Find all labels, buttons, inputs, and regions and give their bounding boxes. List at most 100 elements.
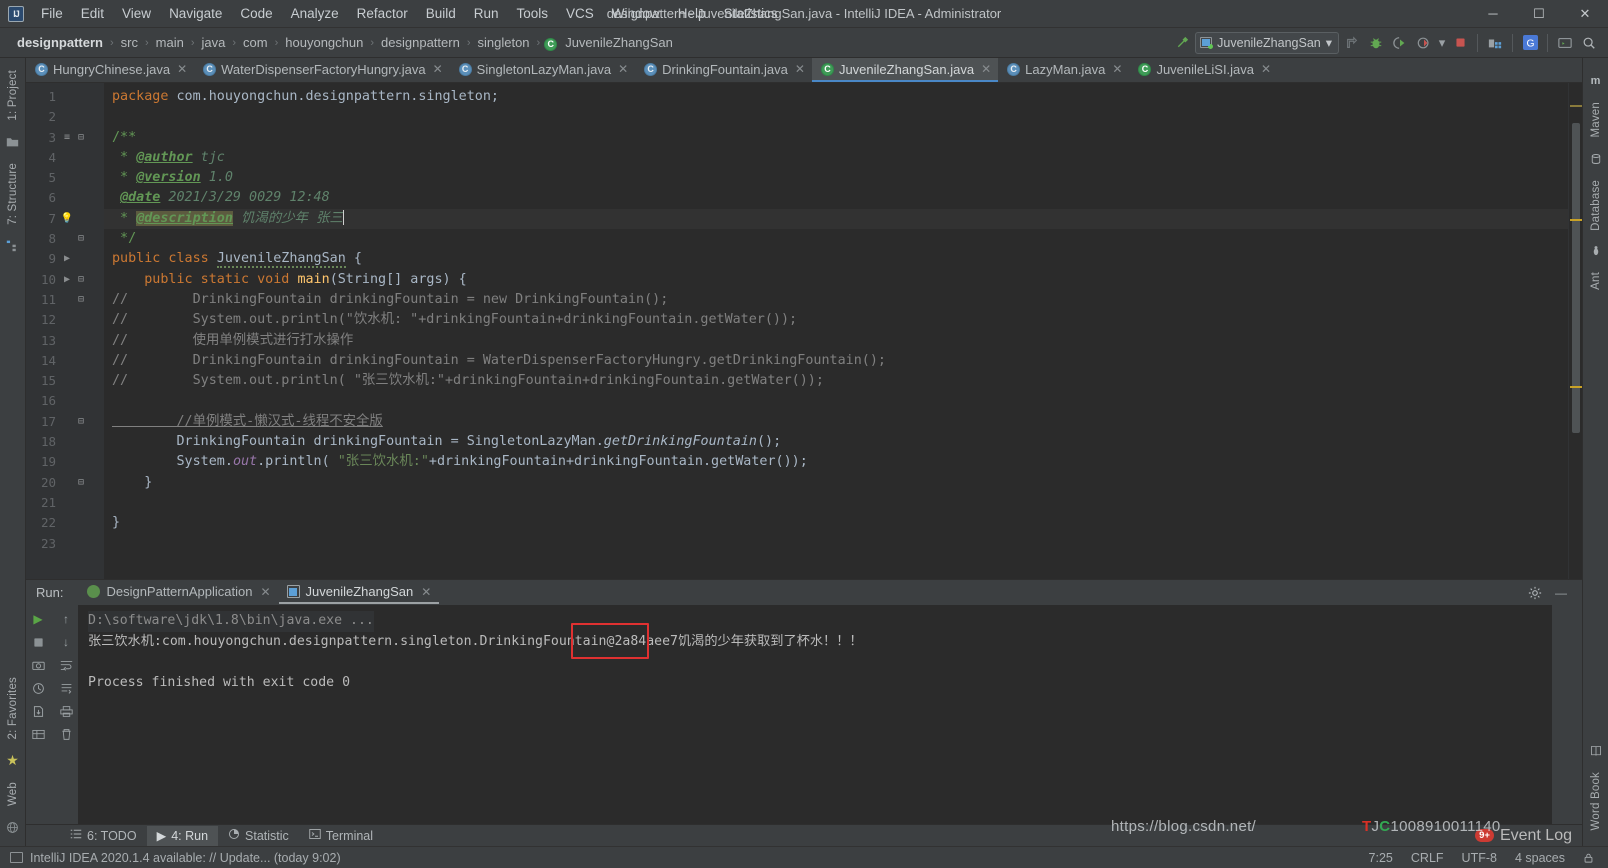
fold-icon[interactable]: ⊟ xyxy=(74,290,88,310)
build-hammer-icon[interactable] xyxy=(1171,32,1193,54)
chevron-down-icon[interactable]: ▾ xyxy=(1326,35,1332,50)
warning-marker[interactable] xyxy=(1570,219,1582,221)
event-log-area[interactable]: 9+ Event Log xyxy=(1475,827,1582,845)
editor-tab-juvenilezhangsan[interactable]: JuvenileZhangSan.java ✕ xyxy=(811,58,999,82)
stop-icon[interactable] xyxy=(27,631,49,653)
close-icon[interactable]: ✕ xyxy=(421,585,431,599)
breadcrumb-item-com[interactable]: com xyxy=(240,34,271,51)
close-icon[interactable]: ✕ xyxy=(981,62,991,76)
scroll-down-icon[interactable]: ↓ xyxy=(55,631,77,653)
console-output[interactable]: D:\software\jdk\1.8\bin\java.exe ... 张三饮… xyxy=(78,605,1538,824)
event-log-label[interactable]: Event Log xyxy=(1500,827,1572,845)
maven-icon[interactable]: m xyxy=(1587,72,1605,90)
sidebar-tab-word-book[interactable]: Word Book xyxy=(1588,766,1604,836)
breadcrumb-item-java[interactable]: java xyxy=(199,34,229,51)
editor-tab-drinkingfountain[interactable]: DrinkingFountain.java ✕ xyxy=(635,58,812,82)
fold-icon[interactable]: ⊟ xyxy=(74,229,88,249)
menu-run[interactable]: Run xyxy=(465,2,508,25)
trash-icon[interactable] xyxy=(55,723,77,745)
close-icon[interactable]: ✕ xyxy=(1112,62,1122,76)
status-message[interactable]: IntelliJ IDEA 2020.1.4 available: // Upd… xyxy=(30,851,341,865)
line-separator[interactable]: CRLF xyxy=(1411,851,1444,865)
rerun-icon[interactable] xyxy=(1341,32,1363,54)
menu-tools[interactable]: Tools xyxy=(508,2,558,25)
dump-threads-icon[interactable] xyxy=(27,677,49,699)
menu-statistics[interactable]: Statistics xyxy=(715,2,787,25)
close-icon[interactable]: ✕ xyxy=(618,62,628,76)
breadcrumb-item-designpattern[interactable]: designpattern xyxy=(378,34,463,51)
editor-tab-juvenilelisi[interactable]: JuvenileLiSI.java ✕ xyxy=(1129,58,1278,82)
rerun-icon[interactable]: ▶ xyxy=(27,608,49,630)
warning-marker[interactable] xyxy=(1570,105,1582,107)
project-structure-icon[interactable] xyxy=(1484,32,1506,54)
web-globe-icon[interactable] xyxy=(4,818,22,836)
maximize-button[interactable]: ☐ xyxy=(1516,0,1562,28)
editor-tab-hungrychinese[interactable]: HungryChinese.java ✕ xyxy=(26,58,194,82)
fold-icon[interactable]: ⊟ xyxy=(74,270,88,290)
editor-scrollbar[interactable] xyxy=(1568,83,1582,579)
close-icon[interactable]: ✕ xyxy=(1261,62,1271,76)
bottom-tab-run[interactable]: ▶ 4: Run xyxy=(146,825,219,846)
fold-icon[interactable]: ⊟ xyxy=(74,412,88,432)
menu-file[interactable]: File xyxy=(32,2,72,25)
menu-refactor[interactable]: Refactor xyxy=(348,2,417,25)
menu-window[interactable]: Window xyxy=(603,2,669,25)
editor-tab-singletonlazyman[interactable]: SingletonLazyMan.java ✕ xyxy=(450,58,635,82)
project-folder-icon[interactable] xyxy=(4,133,22,151)
chevron-down-icon[interactable]: ▾ xyxy=(1437,32,1447,54)
menu-help[interactable]: Help xyxy=(669,2,715,25)
print-icon[interactable] xyxy=(55,700,77,722)
file-encoding[interactable]: UTF-8 xyxy=(1462,851,1497,865)
run-tab-juvenilezhangsan[interactable]: JuvenileZhangSan ✕ xyxy=(278,581,440,604)
close-icon[interactable]: ✕ xyxy=(433,62,443,76)
menu-vcs[interactable]: VCS xyxy=(557,2,603,25)
close-icon[interactable]: ✕ xyxy=(177,62,187,76)
caret-position[interactable]: 7:25 xyxy=(1369,851,1393,865)
word-book-icon[interactable] xyxy=(1587,742,1605,760)
sidebar-tab-favorites[interactable]: 2: Favorites xyxy=(5,671,21,745)
breadcrumb-item-main[interactable]: main xyxy=(153,34,187,51)
menu-view[interactable]: View xyxy=(113,2,160,25)
breadcrumb-item-houyongchun[interactable]: houyongchun xyxy=(282,34,366,51)
profiler-icon[interactable] xyxy=(1413,32,1435,54)
breadcrumb-item-src[interactable]: src xyxy=(118,34,141,51)
sidebar-tab-ant[interactable]: Ant xyxy=(1588,266,1604,296)
fold-icon[interactable]: ⊟ xyxy=(74,128,88,148)
sidebar-tab-database[interactable]: Database xyxy=(1588,174,1604,237)
run-gutter-icon[interactable]: ▶ xyxy=(60,270,74,290)
sidebar-tab-project[interactable]: 1: Project xyxy=(5,64,21,127)
close-button[interactable]: ✕ xyxy=(1562,0,1608,28)
translate-icon[interactable]: G xyxy=(1519,32,1541,54)
doc-comment-icon[interactable]: ≡ xyxy=(60,128,74,148)
console-grid-icon[interactable] xyxy=(27,723,49,745)
sidebar-tab-web[interactable]: Web xyxy=(5,776,21,812)
editor-gutter[interactable]: 1 2 3 ≡ ⊟ 4 5 6 7 💡 8 ⊟ 9 ▶ 10 ▶ ⊟ 11 ⊟ 12 13 14… xyxy=(26,83,104,579)
status-message-area[interactable]: IntelliJ IDEA 2020.1.4 available: // Upd… xyxy=(10,851,341,865)
console-scrollbar[interactable] xyxy=(1538,605,1552,824)
debug-bug-icon[interactable] xyxy=(1365,32,1387,54)
editor-tab-lazyman[interactable]: LazyMan.java ✕ xyxy=(998,58,1129,82)
minimize-icon[interactable]: — xyxy=(1550,582,1572,604)
bottom-tab-todo[interactable]: 6: TODO xyxy=(60,826,147,846)
breadcrumb-item-project[interactable]: designpattern xyxy=(14,34,106,51)
breadcrumb-item-file[interactable]: JuvenileZhangSan xyxy=(562,34,676,51)
sidebar-tab-maven[interactable]: Maven xyxy=(1588,96,1604,144)
fold-icon[interactable]: ⊟ xyxy=(74,473,88,493)
editor-tab-waterdispenserfactoryhungry[interactable]: WaterDispenserFactoryHungry.java ✕ xyxy=(194,58,450,82)
menu-code[interactable]: Code xyxy=(231,2,281,25)
menu-analyze[interactable]: Analyze xyxy=(282,2,348,25)
ant-icon[interactable] xyxy=(1587,242,1605,260)
search-everywhere-icon[interactable] xyxy=(1578,32,1600,54)
menu-edit[interactable]: Edit xyxy=(72,2,113,25)
soft-wrap-icon[interactable] xyxy=(55,654,77,676)
editor-code-area[interactable]: package com.houyongchun.designpattern.si… xyxy=(104,83,1568,579)
run-with-coverage-icon[interactable] xyxy=(1389,32,1411,54)
menu-navigate[interactable]: Navigate xyxy=(160,2,231,25)
run-configuration-selector[interactable]: JuvenileZhangSan ▾ xyxy=(1195,31,1339,54)
code-editor[interactable]: 1 2 3 ≡ ⊟ 4 5 6 7 💡 8 ⊟ 9 ▶ 10 ▶ ⊟ 11 ⊟ 12 13 14… xyxy=(26,83,1582,579)
scroll-up-icon[interactable]: ↑ xyxy=(55,608,77,630)
close-icon[interactable]: ✕ xyxy=(260,585,270,599)
stop-icon[interactable] xyxy=(1449,32,1471,54)
close-icon[interactable]: ✕ xyxy=(795,62,805,76)
terminal-icon[interactable] xyxy=(1554,32,1576,54)
